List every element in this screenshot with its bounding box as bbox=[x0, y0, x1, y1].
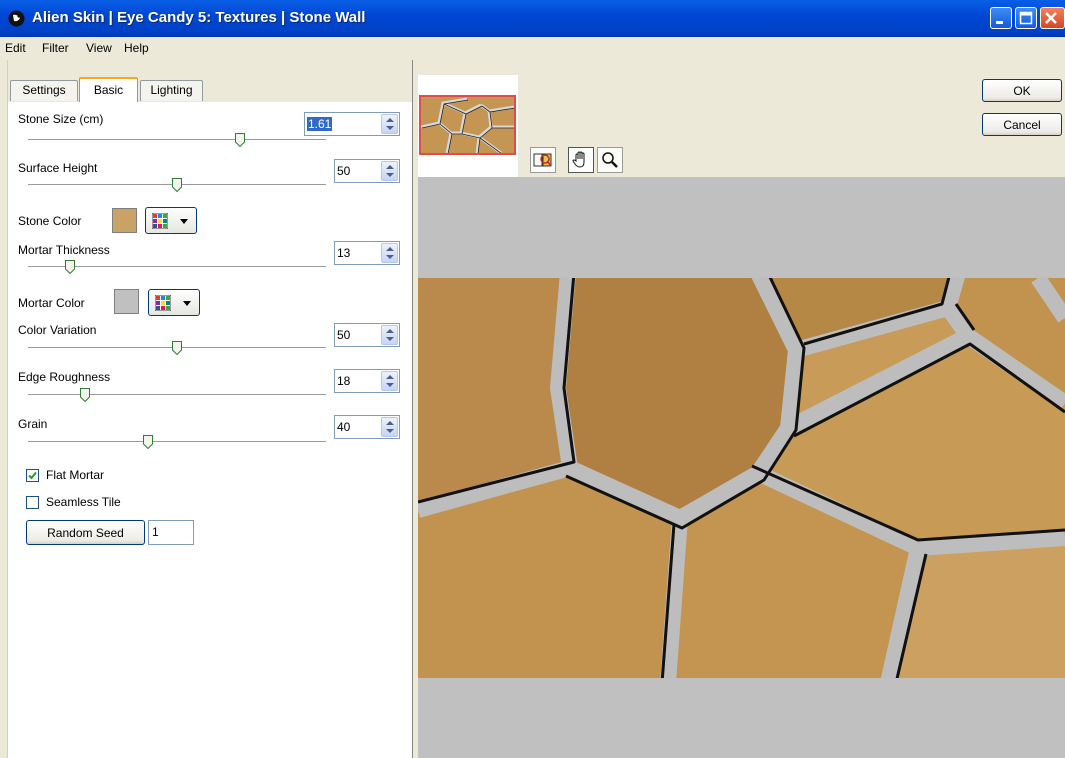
navigator-thumbnail[interactable] bbox=[418, 75, 518, 177]
close-icon bbox=[1045, 12, 1057, 24]
color-variation-spinner[interactable] bbox=[381, 325, 398, 345]
stone-size-value: 1.61 bbox=[307, 117, 333, 131]
stone-color-label: Stone Color bbox=[18, 214, 82, 228]
color-variation-label: Color Variation bbox=[18, 323, 97, 337]
color-variation-slider-thumb[interactable] bbox=[172, 341, 182, 355]
edge-roughness-track[interactable] bbox=[28, 394, 326, 396]
grain-slider-thumb[interactable] bbox=[143, 435, 154, 449]
tab-strip: Settings Basic Lighting bbox=[8, 60, 412, 102]
grain-track[interactable] bbox=[28, 441, 326, 443]
menu-edit[interactable]: Edit bbox=[5, 41, 26, 55]
mortar-thickness-input[interactable]: 13 bbox=[334, 241, 400, 265]
magnifier-zoom-icon bbox=[602, 152, 618, 168]
title-bar: Alien Skin | Eye Candy 5: Textures | Sto… bbox=[0, 0, 1065, 37]
menu-filter[interactable]: Filter bbox=[42, 41, 69, 55]
edge-roughness-slider-thumb[interactable] bbox=[79, 388, 90, 402]
flat-mortar-label[interactable]: Flat Mortar bbox=[46, 468, 104, 482]
mortar-thickness-spinner[interactable] bbox=[381, 243, 398, 263]
grain-value: 40 bbox=[337, 420, 351, 434]
maximize-button[interactable] bbox=[1015, 7, 1037, 29]
stone-color-palette-button[interactable] bbox=[145, 207, 197, 234]
stone-wall-thumbnail-image bbox=[421, 97, 514, 153]
minimize-button[interactable] bbox=[990, 7, 1012, 29]
stone-size-spinner[interactable] bbox=[381, 114, 398, 134]
stone-size-label: Stone Size (cm) bbox=[18, 112, 104, 126]
compare-tool-button[interactable] bbox=[530, 147, 556, 173]
surface-height-value: 50 bbox=[337, 164, 351, 178]
zoom-tool-button[interactable] bbox=[597, 147, 623, 173]
color-variation-input[interactable]: 50 bbox=[334, 323, 400, 347]
check-icon bbox=[28, 471, 37, 480]
ok-button[interactable]: OK bbox=[982, 79, 1062, 102]
grain-input[interactable]: 40 bbox=[334, 415, 400, 439]
chevron-down-icon bbox=[183, 301, 191, 306]
menu-bar: Edit Filter View Help bbox=[0, 37, 1065, 59]
random-seed-value: 1 bbox=[152, 525, 159, 539]
stone-size-track[interactable] bbox=[28, 139, 326, 141]
mortar-thickness-label: Mortar Thickness bbox=[18, 243, 110, 257]
color-palette-icon bbox=[155, 295, 171, 311]
edge-roughness-label: Edge Roughness bbox=[18, 370, 111, 384]
surface-height-spinner[interactable] bbox=[381, 161, 398, 181]
menu-help[interactable]: Help bbox=[124, 41, 149, 55]
window-title: Alien Skin | Eye Candy 5: Textures | Sto… bbox=[32, 9, 366, 26]
tab-basic[interactable]: Basic bbox=[79, 77, 138, 102]
color-variation-value: 50 bbox=[337, 328, 351, 342]
mortar-color-palette-button[interactable] bbox=[148, 289, 200, 316]
stone-wall-preview-image bbox=[418, 278, 1065, 678]
mortar-color-label: Mortar Color bbox=[18, 296, 85, 310]
seamless-tile-checkbox[interactable] bbox=[26, 496, 39, 509]
before-after-compare-icon bbox=[533, 153, 552, 167]
color-palette-icon bbox=[152, 213, 168, 229]
mortar-thickness-value: 13 bbox=[337, 246, 351, 260]
cancel-button[interactable]: Cancel bbox=[982, 113, 1062, 136]
pan-tool-button[interactable] bbox=[568, 147, 594, 173]
surface-height-label: Surface Height bbox=[18, 161, 98, 175]
mortar-thickness-slider-thumb[interactable] bbox=[65, 260, 76, 274]
close-button[interactable] bbox=[1040, 7, 1065, 29]
tab-lighting[interactable]: Lighting bbox=[140, 80, 203, 101]
surface-height-slider-thumb[interactable] bbox=[172, 178, 182, 192]
mortar-color-swatch[interactable] bbox=[114, 289, 139, 314]
stone-size-input[interactable]: 1.61 bbox=[304, 112, 400, 136]
alien-skin-logo-icon bbox=[8, 10, 25, 27]
stone-size-slider-thumb[interactable] bbox=[235, 133, 246, 147]
surface-height-input[interactable]: 50 bbox=[334, 159, 400, 183]
grain-spinner[interactable] bbox=[381, 417, 398, 437]
tab-settings[interactable]: Settings bbox=[10, 80, 78, 101]
navigator-view-rect[interactable] bbox=[419, 95, 516, 155]
settings-panel: Settings Basic Lighting Stone Size (cm) … bbox=[7, 60, 413, 758]
minimize-icon bbox=[996, 21, 1003, 24]
hand-pan-icon bbox=[572, 151, 585, 168]
random-seed-input[interactable]: 1 bbox=[148, 520, 194, 545]
stone-wall-preview[interactable] bbox=[418, 278, 1065, 678]
grain-label: Grain bbox=[18, 417, 48, 431]
flat-mortar-checkbox[interactable] bbox=[26, 469, 39, 482]
stone-color-swatch[interactable] bbox=[112, 208, 137, 233]
menu-view[interactable]: View bbox=[86, 41, 112, 55]
edge-roughness-spinner[interactable] bbox=[381, 371, 398, 391]
edge-roughness-input[interactable]: 18 bbox=[334, 369, 400, 393]
edge-roughness-value: 18 bbox=[337, 374, 351, 388]
random-seed-button[interactable]: Random Seed bbox=[26, 520, 145, 545]
maximize-icon bbox=[1019, 11, 1033, 25]
chevron-down-icon bbox=[180, 219, 188, 224]
seamless-tile-label[interactable]: Seamless Tile bbox=[46, 495, 121, 509]
